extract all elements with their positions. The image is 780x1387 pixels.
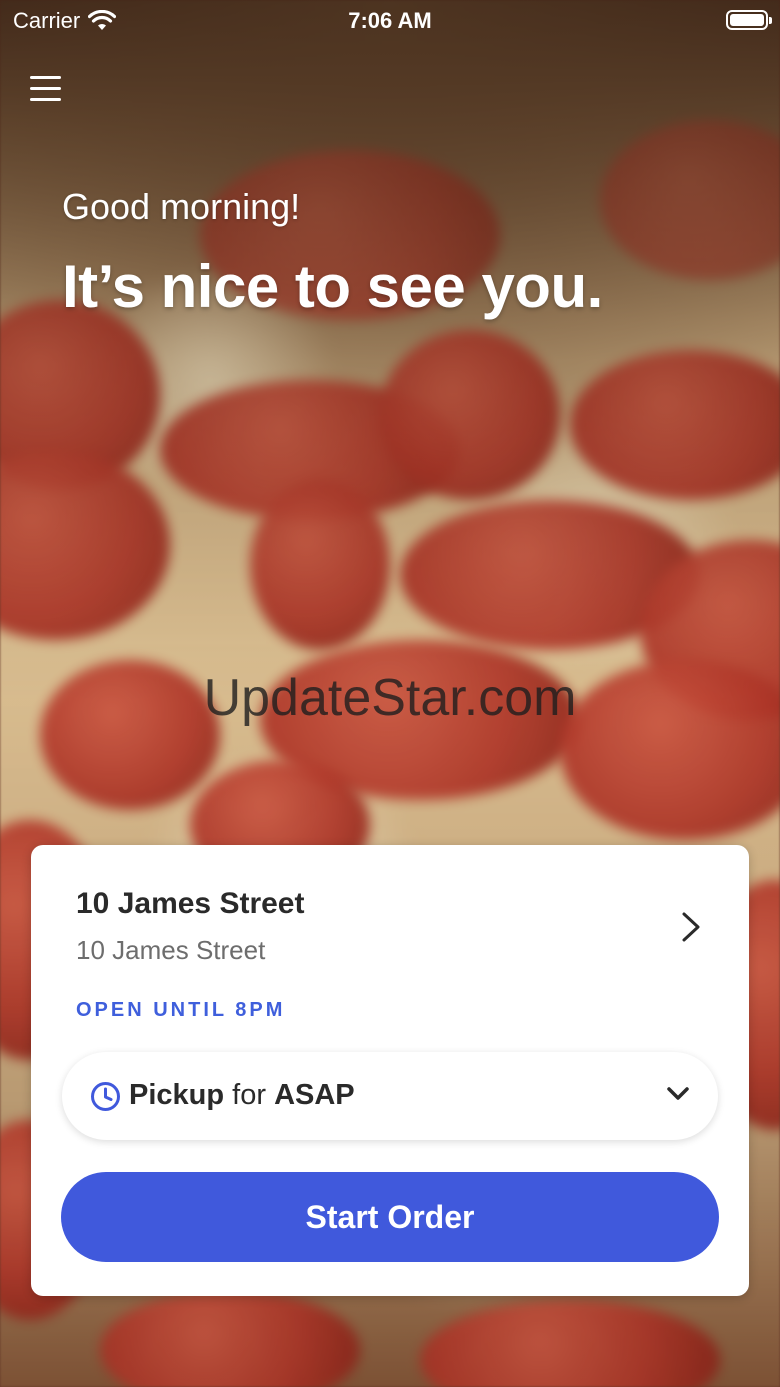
- status-bar: Carrier 7:06 AM: [0, 0, 780, 40]
- watermark-text: UpdateStar.com: [203, 669, 577, 727]
- greeting-text: Good morning!: [62, 186, 301, 227]
- menu-icon[interactable]: [30, 74, 62, 102]
- order-mode-value: Pickup: [129, 1079, 225, 1111]
- start-order-button[interactable]: Start Order: [61, 1172, 719, 1262]
- clock-icon: [91, 1082, 120, 1111]
- location-selector[interactable]: 10 James Street 10 James Street: [31, 845, 749, 985]
- order-mode-text: Pickup for ASAP: [129, 1079, 355, 1112]
- order-mode-dropdown[interactable]: Pickup for ASAP: [62, 1052, 718, 1140]
- hours-label: OPEN UNTIL 8PM: [76, 999, 286, 1021]
- status-time: 7:06 AM: [348, 8, 432, 33]
- location-address: 10 James Street: [76, 935, 266, 965]
- chevron-right-icon: [682, 912, 700, 942]
- order-mode-connector: for: [232, 1079, 266, 1111]
- order-time-value: ASAP: [274, 1079, 355, 1111]
- battery-icon: [726, 10, 772, 30]
- chevron-down-icon: [667, 1087, 689, 1100]
- location-name: 10 James Street: [76, 887, 305, 920]
- welcome-headline: It’s nice to see you.: [62, 253, 603, 320]
- order-card: 10 James Street 10 James Street OPEN UNT…: [31, 845, 749, 1296]
